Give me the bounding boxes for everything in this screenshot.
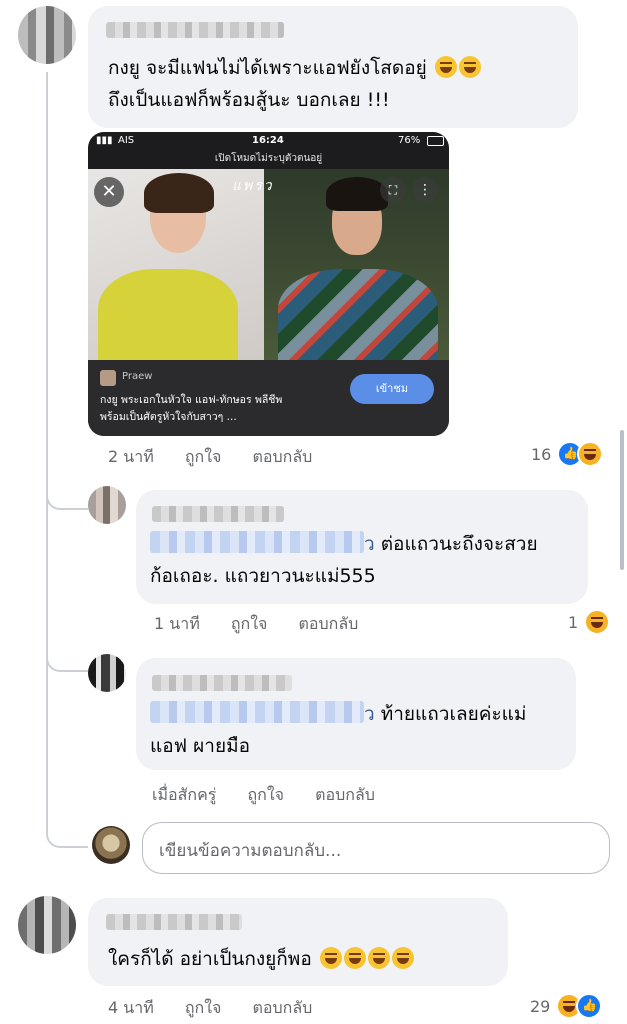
reaction-count: 1	[568, 612, 579, 632]
laughing-emoji-icon	[458, 56, 481, 78]
headline-line: กงยู พระเอกในหัวใจ แอฟ-ทักษอร พลีชีพ	[100, 394, 283, 406]
expand-icon[interactable]: ⛶	[380, 177, 406, 203]
reply-connector	[46, 478, 88, 510]
haha-icon	[584, 609, 611, 635]
mention-tail[interactable]: ว	[364, 533, 375, 555]
reply-connector	[46, 640, 88, 672]
comment-text: ใครก็ได้ อย่าเป็นกงยูก็พอ	[108, 943, 508, 975]
headline: กงยู พระเอกในหัวใจ แอฟ-ทักษอร พลีชีพ พร้…	[100, 392, 350, 426]
reply-thread-line	[46, 72, 48, 832]
reply-text: ว ท้ายแถวเลยค่ะแม่ แอฟ ผายมือ	[150, 698, 574, 762]
attachment-image[interactable]: ▮▮▮ AIS 16:24 76% เปิดโหมดไม่ระบุตัวตนอย…	[88, 132, 449, 436]
like-icon	[576, 993, 603, 1019]
like-link[interactable]: ถูกใจ	[185, 998, 222, 1017]
reply-line: ต่อแถวนะถึงจะสวย	[380, 533, 538, 555]
comment-time[interactable]: 2 นาที	[108, 447, 154, 466]
status-bar: ▮▮▮ AIS 16:24 76%	[88, 132, 449, 150]
reply-text: ว ต่อแถวนะถึงจะสวย ก้อเถอะ. แถวยาวนะแม่5…	[150, 528, 584, 592]
reply-line: ท้ายแถวเลยค่ะแม่	[380, 703, 527, 725]
mention-tag-redacted[interactable]	[150, 531, 364, 553]
mention-tag-redacted[interactable]	[150, 701, 364, 723]
comment-meta: 2 นาที ถูกใจ ตอบกลับ	[108, 445, 338, 470]
like-link[interactable]: ถูกใจ	[247, 785, 284, 804]
mention-tail[interactable]: ว	[364, 703, 375, 725]
comment-line: ใครก็ได้ อย่าเป็นกงยูก็พอ	[108, 948, 312, 970]
reply-line: แอฟ ผายมือ	[150, 735, 251, 757]
story-photo: แพรว ✕ ⛶ ⋮	[88, 169, 449, 360]
status-time: 16:24	[252, 135, 284, 146]
reply-input[interactable]: เขียนข้อความตอบกลับ...	[142, 822, 610, 874]
reply-link[interactable]: ตอบกลับ	[252, 998, 312, 1017]
laughing-emoji-icon	[391, 947, 414, 969]
source-name: Praew	[122, 371, 153, 382]
comment-text: กงยู จะมีแฟนไม่ได้เพราะแอฟยังโสดอยู่ ถึง…	[108, 52, 578, 116]
comment-time[interactable]: 1 นาที	[154, 614, 200, 633]
close-icon[interactable]: ✕	[94, 177, 124, 207]
reply-input-placeholder: เขียนข้อความตอบกลับ...	[159, 841, 342, 861]
battery-icon	[427, 136, 444, 146]
reply-link[interactable]: ตอบกลับ	[315, 785, 375, 804]
more-options-icon[interactable]: ⋮	[412, 177, 438, 203]
comment-line: กงยู จะมีแฟนไม่ได้เพราะแอฟยังโสดอยู่	[108, 57, 427, 79]
reaction-count: 16	[531, 444, 552, 464]
link-preview[interactable]: Praew กงยู พระเอกในหัวใจ แอฟ-ทักษอร พลีช…	[88, 360, 449, 436]
reaction-summary[interactable]: 1	[568, 609, 611, 635]
commenter-name-redacted[interactable]	[106, 914, 242, 930]
like-link[interactable]: ถูกใจ	[231, 614, 268, 633]
reaction-count: 29	[530, 996, 551, 1016]
view-button[interactable]: เข้าชม	[350, 374, 434, 404]
laughing-emoji-icon	[434, 56, 457, 78]
laughing-emoji-icon	[343, 947, 366, 969]
current-user-avatar	[92, 826, 130, 864]
reply-link[interactable]: ตอบกลับ	[252, 447, 312, 466]
signal-icon: ▮▮▮	[96, 135, 113, 146]
comment-meta: 4 นาที ถูกใจ ตอบกลับ	[108, 996, 338, 1021]
commenter-avatar[interactable]	[18, 6, 76, 64]
source-logo-icon	[100, 370, 116, 386]
incognito-banner: เปิดโหมดไม่ระบุตัวตนอยู่	[214, 153, 323, 164]
laughing-emoji-icon	[319, 947, 342, 969]
haha-icon	[577, 441, 604, 467]
reply-meta: เมื่อสักครู่ ถูกใจ ตอบกลับ	[152, 783, 401, 808]
laughing-emoji-icon	[367, 947, 390, 969]
reply-line: ก้อเถอะ. แถวยาวนะแม่555	[150, 565, 376, 587]
replier-avatar[interactable]	[88, 486, 126, 524]
commenter-avatar[interactable]	[18, 896, 76, 954]
reply-connector	[46, 812, 88, 848]
replier-name-redacted[interactable]	[152, 506, 284, 522]
reaction-summary[interactable]: 16	[531, 441, 604, 467]
magazine-logo: แพรว	[232, 178, 274, 194]
carrier-label: AIS	[118, 135, 135, 146]
reply-link[interactable]: ตอบกลับ	[298, 614, 358, 633]
comment-line: ถึงเป็นแอฟก็พร้อมสู้นะ บอกเลย !!!	[108, 89, 390, 111]
scrollbar-thumb[interactable]	[620, 430, 624, 570]
commenter-name-redacted[interactable]	[106, 22, 284, 38]
battery-label: 76%	[398, 135, 421, 146]
like-link[interactable]: ถูกใจ	[185, 447, 222, 466]
comment-time[interactable]: เมื่อสักครู่	[152, 785, 216, 804]
replier-name-redacted[interactable]	[152, 675, 292, 691]
comment-time[interactable]: 4 นาที	[108, 998, 154, 1017]
reaction-summary[interactable]: 29	[530, 993, 603, 1019]
replier-avatar[interactable]	[88, 654, 126, 692]
reply-meta: 1 นาที ถูกใจ ตอบกลับ	[154, 612, 384, 637]
headline-line: พร้อมเป็นศัตรูหัวใจกับสาวๆ ...	[100, 411, 237, 423]
